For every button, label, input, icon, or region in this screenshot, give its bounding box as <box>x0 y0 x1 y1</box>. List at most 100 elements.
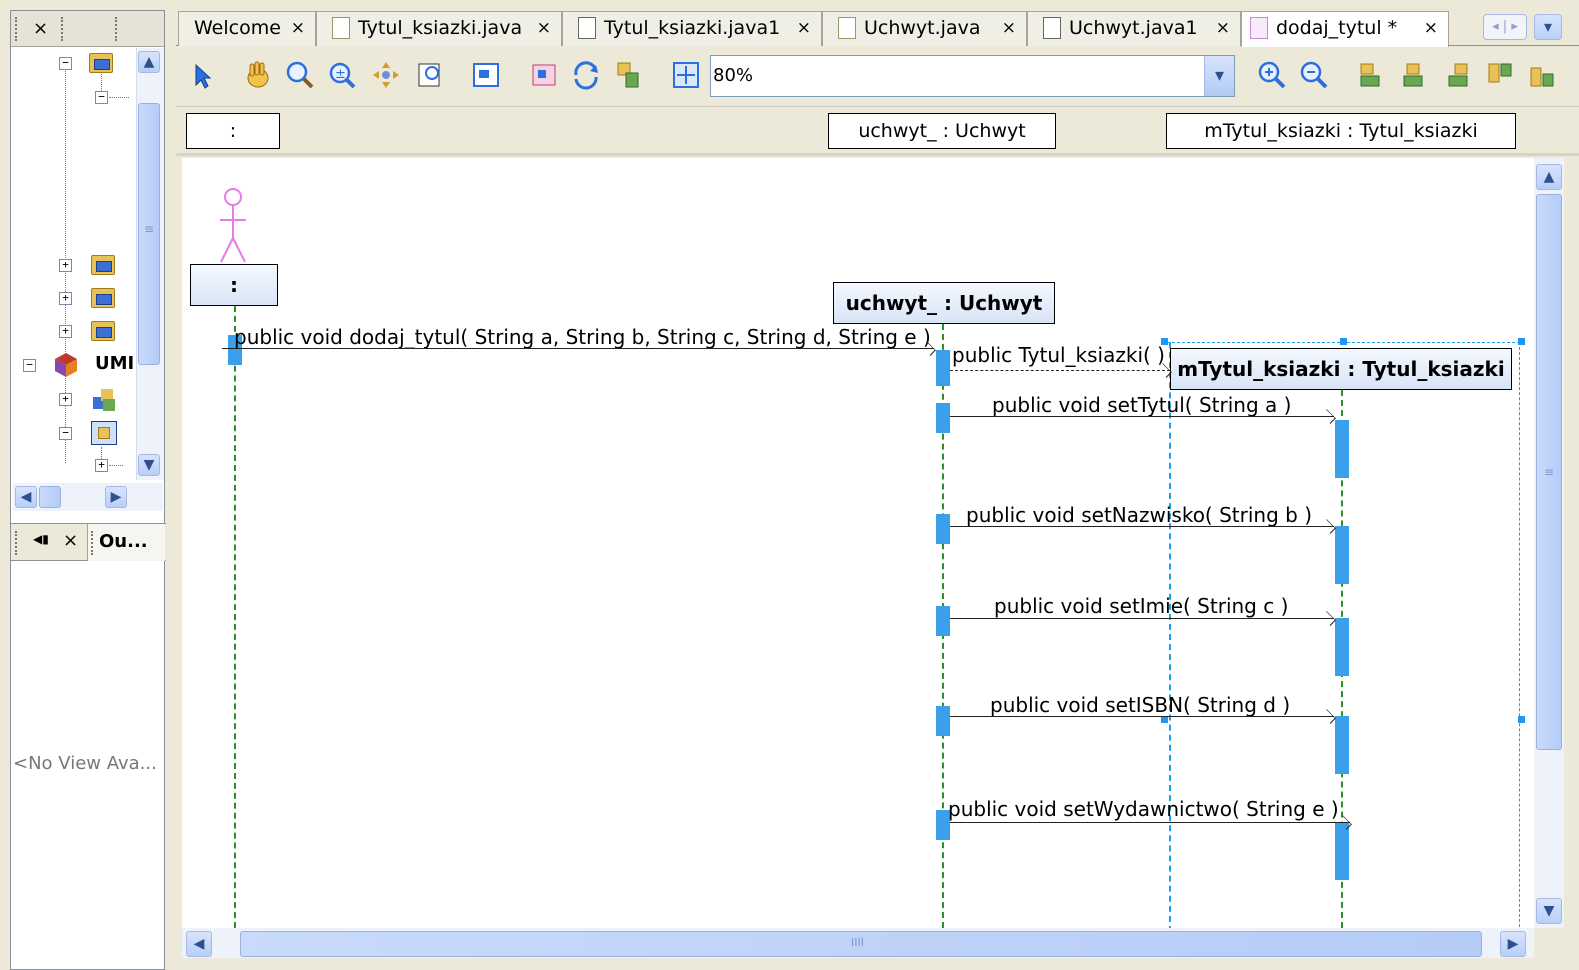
close-icon[interactable]: × <box>33 11 48 47</box>
tree-collapse-icon[interactable]: − <box>59 57 72 70</box>
pan-hand-icon[interactable] <box>242 59 274 91</box>
layout-hierarchical-icon[interactable] <box>528 59 560 91</box>
activation-bar[interactable] <box>936 403 950 433</box>
align-center-icon[interactable] <box>1398 59 1430 91</box>
zoom-in-icon[interactable] <box>1256 59 1288 91</box>
align-left-icon[interactable] <box>1356 59 1388 91</box>
close-icon[interactable]: × <box>291 12 305 45</box>
resize-handle[interactable] <box>1340 338 1347 345</box>
scroll-thumb[interactable] <box>39 486 61 508</box>
close-icon[interactable]: × <box>537 12 551 45</box>
actor-box[interactable]: : <box>190 264 278 306</box>
scroll-thumb[interactable]: ≡ <box>1536 194 1562 750</box>
navigate-icon[interactable] <box>370 59 402 91</box>
activation-bar[interactable] <box>1335 420 1349 478</box>
object-tytul-ksiazki[interactable]: mTytul_ksiazki : Tytul_ksiazki <box>1170 348 1512 390</box>
activation-bar[interactable] <box>1335 716 1349 774</box>
scroll-down-button[interactable]: ▼ <box>138 454 160 476</box>
drag-grip[interactable] <box>115 17 119 41</box>
activation-bar[interactable] <box>1335 618 1349 676</box>
tree-expand-icon[interactable]: + <box>59 292 72 305</box>
activation-bar[interactable] <box>936 606 950 636</box>
scroll-left-button[interactable]: ◀ <box>15 486 37 508</box>
scroll-up-button[interactable]: ▲ <box>138 51 160 73</box>
resize-handle[interactable] <box>1518 338 1525 345</box>
tree-collapse-icon[interactable]: − <box>59 427 72 440</box>
fit-to-window-icon[interactable] <box>470 59 502 91</box>
canvas-vertical-scrollbar[interactable]: ▲ ≡ ▼ <box>1534 158 1564 928</box>
zoom-out-icon[interactable] <box>1298 59 1330 91</box>
scroll-down-button[interactable]: ▼ <box>1536 898 1562 924</box>
scroll-up-button[interactable]: ▲ <box>1536 164 1562 190</box>
sequence-diagram-canvas[interactable]: : uchwyt_ : Uchwyt mTytul_ksiazki : Tytu… <box>182 158 1534 928</box>
activation-bar[interactable] <box>936 514 950 544</box>
message-arrow[interactable] <box>222 348 934 349</box>
interactive-zoom-icon[interactable]: ± <box>326 59 358 91</box>
align-bottom-icon[interactable] <box>1526 59 1558 91</box>
message-arrow[interactable] <box>950 822 1350 823</box>
message-label[interactable]: public void dodaj_tytul( String a, Strin… <box>234 326 931 348</box>
tab-outline[interactable]: Ou... <box>99 531 148 552</box>
chevron-down-icon[interactable]: ▾ <box>1204 56 1234 96</box>
actor-lifeline[interactable] <box>234 306 236 928</box>
tab-uchwyt-java1[interactable]: Uchwyt.java1 × <box>1027 11 1241 46</box>
close-icon[interactable]: × <box>1216 12 1230 45</box>
resize-handle[interactable] <box>1518 716 1525 723</box>
scroll-right-button[interactable]: ▶ <box>105 486 127 508</box>
drag-grip[interactable] <box>15 17 19 41</box>
tab-welcome[interactable]: Welcome × <box>178 11 316 46</box>
create-message-arrow[interactable] <box>950 370 1170 371</box>
object-uchwyt[interactable]: uchwyt_ : Uchwyt <box>833 282 1055 324</box>
close-icon[interactable]: × <box>797 12 811 45</box>
align-right-icon[interactable] <box>1442 59 1474 91</box>
tree-expand-icon[interactable]: + <box>59 393 72 406</box>
tree-expand-icon[interactable]: + <box>95 459 108 472</box>
tree-expand-icon[interactable]: + <box>59 259 72 272</box>
close-icon[interactable]: × <box>63 530 78 551</box>
expand-diagram-icon[interactable] <box>670 59 702 91</box>
tree-collapse-icon[interactable]: − <box>23 359 36 372</box>
align-top-icon[interactable] <box>1484 59 1516 91</box>
overview-icon[interactable] <box>414 59 446 91</box>
tree-collapse-icon[interactable]: − <box>95 91 108 104</box>
tab-list-dropdown[interactable]: ▾ <box>1534 14 1562 40</box>
relayout-icon[interactable] <box>570 59 602 91</box>
tab-scroll-buttons[interactable]: ◂ | ▸ <box>1483 14 1527 40</box>
actor-icon[interactable] <box>218 188 248 264</box>
resize-handle[interactable] <box>1161 716 1168 723</box>
message-label[interactable]: public void setWydawnictwo( String e ) <box>948 798 1339 820</box>
marquee-zoom-icon[interactable] <box>284 59 316 91</box>
header-uchwyt[interactable]: uchwyt_ : Uchwyt <box>828 113 1056 149</box>
scroll-thumb[interactable]: IIII <box>240 931 1482 957</box>
activation-bar[interactable] <box>936 350 950 386</box>
activation-bar[interactable] <box>1335 526 1349 584</box>
speaker-icon[interactable]: ◀▮ <box>33 532 49 546</box>
message-label[interactable]: public void setImie( String c ) <box>994 595 1288 617</box>
zoom-combo[interactable]: 80% ▾ <box>710 55 1235 97</box>
scroll-left-button[interactable]: ◀ <box>186 931 212 957</box>
tab-dodaj-tytul[interactable]: dodaj_tytul * × <box>1241 11 1449 47</box>
message-label[interactable]: public void setISBN( String d ) <box>990 694 1290 716</box>
message-arrow[interactable] <box>950 526 1334 527</box>
tab-tytul-ksiazki-java[interactable]: Tytul_ksiazki.java × <box>316 11 562 46</box>
canvas-horizontal-scrollbar[interactable]: ◀ IIII ▶ <box>182 928 1534 958</box>
tab-tytul-ksiazki-java1[interactable]: Tytul_ksiazki.java1 × <box>562 11 822 46</box>
activation-bar[interactable] <box>936 706 950 736</box>
tab-uchwyt-java[interactable]: Uchwyt.java × <box>822 11 1027 46</box>
layout-incremental-icon[interactable] <box>612 59 644 91</box>
message-label[interactable]: public Tytul_ksiazki( ) <box>952 344 1165 366</box>
activation-bar[interactable] <box>1335 822 1349 880</box>
close-icon[interactable]: × <box>1424 12 1438 45</box>
close-icon[interactable]: × <box>1002 12 1016 45</box>
header-tytul-ksiazki[interactable]: mTytul_ksiazki : Tytul_ksiazki <box>1166 113 1516 149</box>
select-pointer-icon[interactable] <box>186 59 218 91</box>
tree-item-uml-label[interactable]: UMI <box>95 353 134 374</box>
message-label[interactable]: public void setNazwisko( String b ) <box>966 504 1312 526</box>
message-label[interactable]: public void setTytul( String a ) <box>992 394 1291 416</box>
message-arrow[interactable] <box>950 416 1334 417</box>
header-actor[interactable]: : <box>186 113 280 149</box>
scroll-right-button[interactable]: ▶ <box>1500 931 1526 957</box>
drag-grip[interactable] <box>61 17 65 41</box>
message-arrow[interactable] <box>950 716 1334 717</box>
message-arrow[interactable] <box>950 618 1334 619</box>
